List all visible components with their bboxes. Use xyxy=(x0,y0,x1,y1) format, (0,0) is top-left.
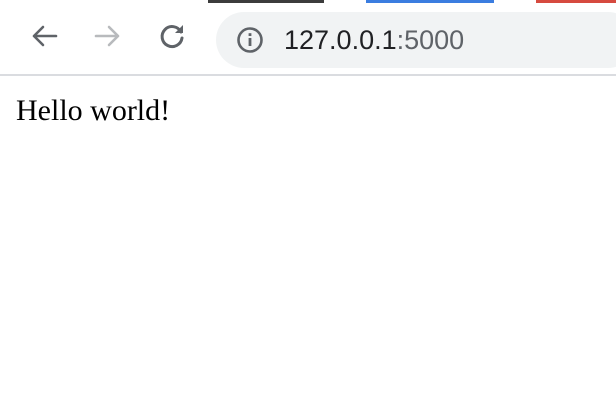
reload-icon xyxy=(160,25,184,48)
browser-toolbar: 127.0.0.1:5000 xyxy=(0,3,616,76)
arrow-right-icon xyxy=(94,25,120,47)
page-content: Hello world! xyxy=(0,76,616,402)
arrow-left-icon xyxy=(32,25,58,47)
url-port: :5000 xyxy=(396,25,465,55)
back-button[interactable] xyxy=(26,18,62,54)
forward-button[interactable] xyxy=(90,18,126,54)
url-text[interactable]: 127.0.0.1:5000 xyxy=(284,26,464,54)
page-text: Hello world! xyxy=(16,94,171,127)
reload-button[interactable] xyxy=(154,18,190,54)
address-bar[interactable]: 127.0.0.1:5000 xyxy=(216,12,616,68)
browser-window: 127.0.0.1:5000 Hello world! xyxy=(0,0,616,402)
info-icon[interactable] xyxy=(236,26,264,54)
url-host: 127.0.0.1 xyxy=(284,25,397,55)
